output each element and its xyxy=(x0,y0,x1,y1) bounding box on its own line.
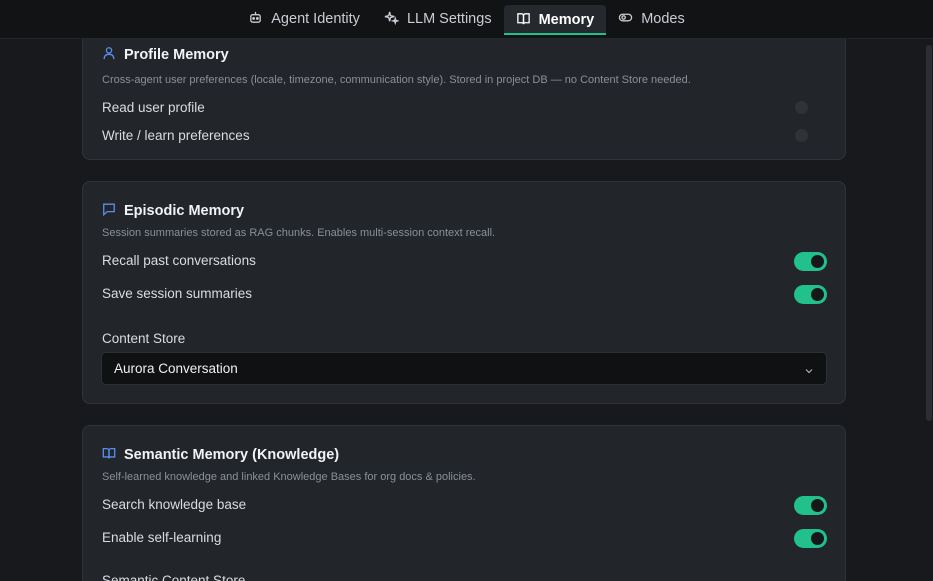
bot-icon xyxy=(248,10,263,29)
user-icon xyxy=(102,46,116,64)
search-knowledge-base-toggle[interactable] xyxy=(794,496,827,515)
toggle-knob xyxy=(811,288,824,301)
profile-memory-card: Profile Memory Cross-agent user preferen… xyxy=(82,39,846,160)
semantic-content-store-label: Semantic Content Store xyxy=(102,573,246,581)
card-title: Episodic Memory xyxy=(124,203,245,219)
content-store-value: Aurora Conversation xyxy=(114,361,238,376)
book-open-icon xyxy=(102,446,116,464)
tab-modes[interactable]: Modes xyxy=(606,0,697,38)
tab-llm-settings[interactable]: LLM Settings xyxy=(372,0,504,38)
semantic-memory-header: Semantic Memory (Knowledge) xyxy=(102,446,339,464)
tab-label: Memory xyxy=(538,12,595,28)
self-learning-toggle[interactable] xyxy=(794,529,827,548)
book-icon xyxy=(516,11,531,30)
chevron-down-icon xyxy=(804,364,814,374)
card-description: Session summaries stored as RAG chunks. … xyxy=(102,227,496,239)
toggle-knob xyxy=(795,101,808,114)
message-square-icon xyxy=(102,202,116,220)
sparkles-icon xyxy=(384,10,400,29)
episodic-memory-card: Episodic Memory Session summaries stored… xyxy=(82,181,846,404)
card-title: Profile Memory xyxy=(124,47,229,63)
recall-conversations-label: Recall past conversations xyxy=(102,253,256,268)
episodic-memory-header: Episodic Memory xyxy=(102,202,244,220)
card-description: Cross-agent user preferences (locale, ti… xyxy=(102,74,691,86)
tab-label: Modes xyxy=(641,11,685,27)
vertical-scrollbar[interactable] xyxy=(926,45,932,421)
save-summaries-toggle[interactable] xyxy=(794,285,827,304)
content-store-select[interactable]: Aurora Conversation xyxy=(101,352,827,385)
self-learning-label: Enable self-learning xyxy=(102,530,222,545)
read-user-profile-label: Read user profile xyxy=(102,100,205,115)
tab-label: Agent Identity xyxy=(271,11,360,27)
read-user-profile-toggle[interactable] xyxy=(794,98,827,117)
toggle-knob xyxy=(811,499,824,512)
tab-label: LLM Settings xyxy=(406,11,492,27)
tab-agent-identity[interactable]: Agent Identity xyxy=(236,0,372,38)
content-store-label: Content Store xyxy=(102,331,186,346)
memory-settings-panel[interactable]: Profile Memory Cross-agent user preferen… xyxy=(0,39,933,581)
tab-memory[interactable]: Memory xyxy=(503,5,607,35)
recall-conversations-toggle[interactable] xyxy=(794,252,827,271)
card-title: Semantic Memory (Knowledge) xyxy=(124,447,340,463)
card-description: Self-learned knowledge and linked Knowle… xyxy=(102,471,476,483)
save-summaries-label: Save session summaries xyxy=(102,286,253,301)
toggle-knob xyxy=(795,129,808,142)
toggle-icon xyxy=(618,10,633,29)
toggle-knob xyxy=(811,532,824,545)
top-tab-bar: Agent Identity LLM Settings Memory Modes xyxy=(0,0,933,39)
search-knowledge-base-label: Search knowledge base xyxy=(102,497,247,512)
semantic-memory-card: Semantic Memory (Knowledge) Self-learned… xyxy=(82,425,846,581)
toggle-knob xyxy=(811,255,824,268)
write-preferences-toggle[interactable] xyxy=(794,126,827,145)
profile-memory-header: Profile Memory xyxy=(102,46,229,64)
write-preferences-label: Write / learn preferences xyxy=(102,128,250,143)
